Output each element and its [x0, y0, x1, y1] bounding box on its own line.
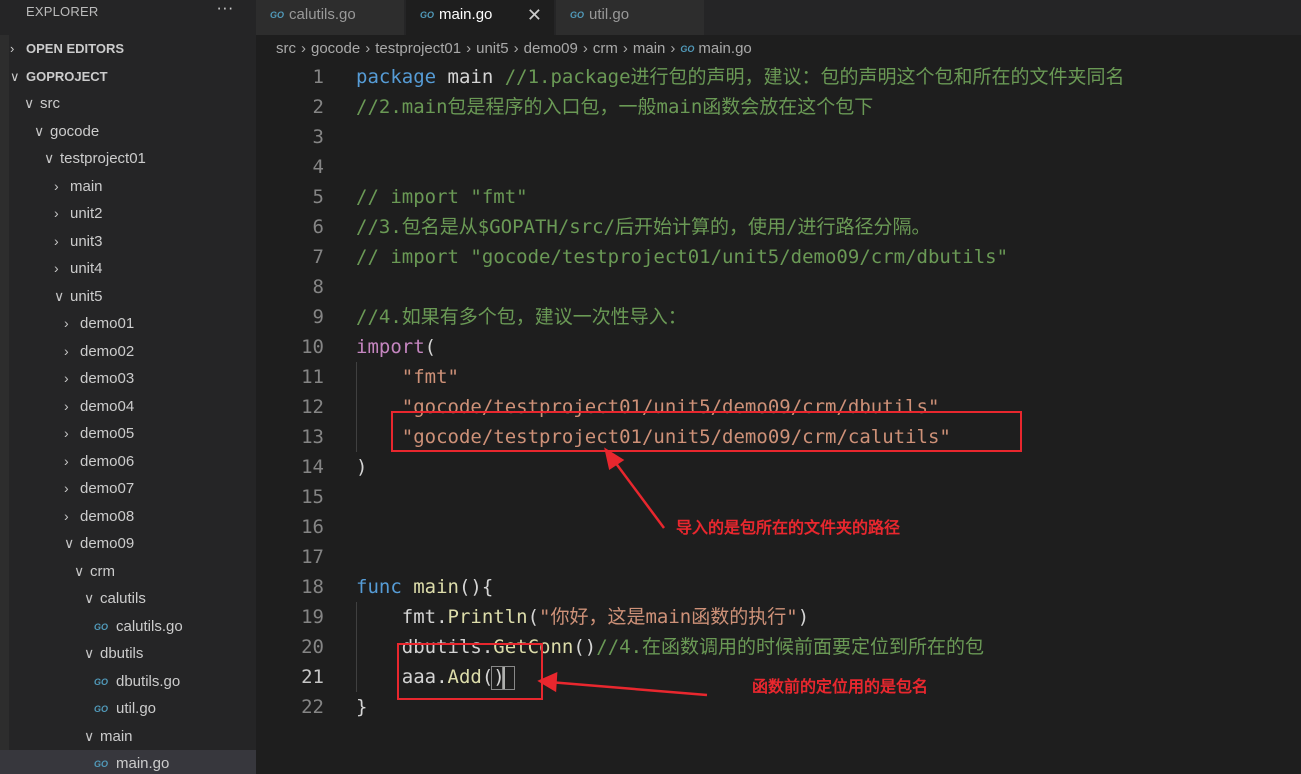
annotation-arrows: [537, 447, 708, 697]
arrowhead-call: [537, 672, 558, 693]
call-annotation: 函数前的定位用的是包名: [752, 677, 929, 696]
arrowhead-import: [604, 447, 625, 471]
import-annotation: 导入的是包所在的文件夹的路径: [676, 518, 901, 537]
arrow-to-call: [548, 680, 708, 697]
arrow-to-import: [610, 457, 666, 529]
